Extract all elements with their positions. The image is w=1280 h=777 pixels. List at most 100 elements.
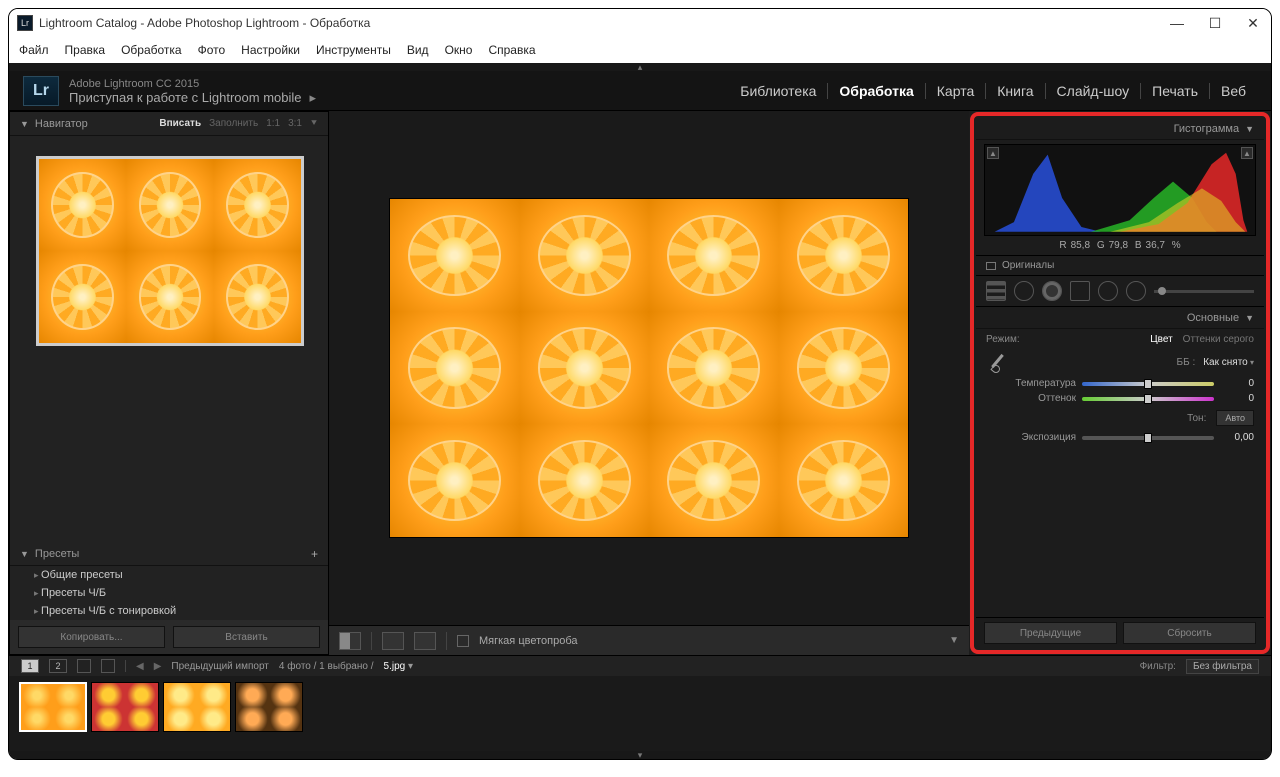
bottom-panel-grip[interactable]	[9, 751, 1271, 759]
window-title: Lightroom Catalog - Adobe Photoshop Ligh…	[39, 16, 370, 30]
menu-edit[interactable]: Правка	[65, 43, 106, 57]
menu-develop[interactable]: Обработка	[121, 43, 182, 57]
originals-label: Оригиналы	[1002, 260, 1054, 271]
reset-button[interactable]: Сбросить	[1123, 622, 1256, 644]
maximize-button[interactable]: ☐	[1205, 15, 1225, 32]
preset-folder[interactable]: Общие пресеты	[10, 566, 328, 584]
menu-photo[interactable]: Фото	[198, 43, 226, 57]
module-library[interactable]: Библиотека	[729, 83, 828, 99]
left-panel: ▼ Навигатор Вписать Заполнить 1:1 3:1 ⯆	[9, 111, 329, 655]
menu-view[interactable]: Вид	[407, 43, 429, 57]
softproof-checkbox[interactable]	[457, 635, 469, 647]
app-icon: Lr	[17, 15, 33, 31]
menu-tools[interactable]: Инструменты	[316, 43, 391, 57]
close-button[interactable]: ✕	[1243, 15, 1263, 32]
tool-size-slider[interactable]	[1154, 290, 1254, 293]
loupe-view-icon[interactable]	[339, 632, 361, 650]
wb-eyedropper-icon[interactable]	[986, 352, 1012, 372]
originals-row[interactable]: Оригиналы	[976, 255, 1264, 276]
zoom-1-1[interactable]: 1:1	[266, 118, 280, 129]
softproof-label: Мягкая цветопроба	[479, 635, 577, 647]
navigator-header[interactable]: ▼ Навигатор Вписать Заполнить 1:1 3:1 ⯆	[10, 112, 328, 136]
copy-settings-button[interactable]: Копировать...	[18, 626, 165, 648]
filter-dropdown[interactable]: Без фильтра	[1186, 659, 1259, 674]
rgb-readout: R85,8 G79,8 B36,7 %	[976, 238, 1264, 255]
module-print[interactable]: Печать	[1141, 83, 1210, 99]
zoom-3-1[interactable]: 3:1	[288, 118, 302, 129]
module-web[interactable]: Веб	[1210, 83, 1257, 99]
filmstrip-thumb[interactable]	[235, 682, 303, 732]
menu-window[interactable]: Окно	[445, 43, 473, 57]
originals-checkbox-icon[interactable]	[986, 262, 996, 270]
filter-label: Фильтр:	[1140, 661, 1176, 672]
zoom-fit[interactable]: Вписать	[159, 118, 201, 129]
filmstrip-count: 4 фото / 1 выбрано /	[279, 661, 374, 672]
filmstrip-thumb[interactable]	[91, 682, 159, 732]
module-map[interactable]: Карта	[926, 83, 986, 99]
tint-slider[interactable]	[1082, 397, 1214, 401]
minimize-button[interactable]: —	[1167, 15, 1187, 32]
grid-view-icon-2[interactable]	[101, 659, 115, 673]
navigator-preview[interactable]	[10, 136, 328, 356]
before-after-lr-icon[interactable]	[382, 632, 404, 650]
preset-folder[interactable]: Пресеты Ч/Б	[10, 584, 328, 602]
titlebar: Lr Lightroom Catalog - Adobe Photoshop L…	[9, 9, 1271, 37]
presets-header[interactable]: ▼ Пресеты +	[10, 542, 328, 566]
filmstrip-thumb[interactable]	[163, 682, 231, 732]
presets-collapse-icon[interactable]: ▼	[20, 549, 29, 559]
treatment-label: Режим:	[986, 334, 1020, 345]
wb-label: ББ :	[1177, 357, 1196, 368]
module-book[interactable]: Книга	[986, 83, 1045, 99]
paste-settings-button[interactable]: Вставить	[173, 626, 320, 648]
redeye-tool-icon[interactable]	[1042, 281, 1062, 301]
identity-plate-row: Lr Adobe Lightroom CC 2015 Приступая к р…	[9, 71, 1271, 111]
filmstrip: 1 2 ◀ ▶ Предыдущий импорт 4 фото / 1 выб…	[9, 655, 1271, 751]
histogram-display[interactable]: ▲ ▲	[984, 144, 1256, 236]
exposure-slider[interactable]	[1082, 436, 1214, 440]
filmstrip-source[interactable]: Предыдущий импорт	[171, 661, 269, 672]
menu-help[interactable]: Справка	[488, 43, 535, 57]
top-panel-grip[interactable]	[9, 63, 1271, 71]
brush-tool-icon[interactable]	[1126, 281, 1146, 301]
spot-tool-icon[interactable]	[1014, 281, 1034, 301]
navigator-collapse-icon[interactable]: ▼	[20, 119, 29, 129]
treatment-gray[interactable]: Оттенки серого	[1183, 334, 1254, 345]
monitor-2-button[interactable]: 2	[49, 659, 67, 673]
tint-value[interactable]: 0	[1220, 393, 1254, 404]
menu-settings[interactable]: Настройки	[241, 43, 300, 57]
brand-arrow-icon[interactable]: ▸	[309, 90, 316, 105]
nav-fwd-icon[interactable]: ▶	[154, 661, 162, 672]
brand-line2[interactable]: Приступая к работе с Lightroom mobile	[69, 90, 301, 105]
basic-title: Основные	[1187, 312, 1239, 324]
radial-tool-icon[interactable]	[1098, 281, 1118, 301]
module-slideshow[interactable]: Слайд-шоу	[1046, 83, 1142, 99]
gradient-tool-icon[interactable]	[1070, 281, 1090, 301]
exposure-value[interactable]: 0,00	[1220, 432, 1254, 443]
treatment-color[interactable]: Цвет	[1150, 334, 1172, 345]
menu-file[interactable]: Файл	[19, 43, 49, 57]
grid-view-icon[interactable]	[77, 659, 91, 673]
zoom-more-icon[interactable]: ⯆	[310, 118, 318, 129]
wb-dropdown[interactable]: Как снято	[1203, 357, 1254, 368]
auto-tone-button[interactable]: Авто	[1216, 410, 1254, 426]
histogram-header[interactable]: Гистограмма ▼	[976, 118, 1264, 140]
local-tools-strip	[976, 276, 1264, 307]
toolbar-dropdown-icon[interactable]: ▼	[949, 635, 959, 646]
monitor-1-button[interactable]: 1	[21, 659, 39, 673]
filmstrip-thumb[interactable]	[19, 682, 87, 732]
histogram-collapse-icon[interactable]: ▼	[1245, 124, 1254, 134]
module-develop[interactable]: Обработка	[828, 83, 925, 99]
before-after-tb-icon[interactable]	[414, 632, 436, 650]
basic-collapse-icon[interactable]: ▼	[1245, 313, 1254, 323]
temperature-value[interactable]: 0	[1220, 378, 1254, 389]
temperature-label: Температура	[986, 378, 1076, 389]
add-preset-icon[interactable]: +	[311, 547, 318, 561]
crop-tool-icon[interactable]	[986, 281, 1006, 301]
preset-folder[interactable]: Пресеты Ч/Б с тонировкой	[10, 602, 328, 620]
previous-button[interactable]: Предыдущие	[984, 622, 1117, 644]
basic-header[interactable]: Основные ▼	[976, 307, 1264, 329]
main-image-preview[interactable]	[389, 198, 909, 538]
nav-back-icon[interactable]: ◀	[136, 661, 144, 672]
temperature-slider[interactable]	[1082, 382, 1214, 386]
zoom-fill[interactable]: Заполнить	[209, 118, 258, 129]
